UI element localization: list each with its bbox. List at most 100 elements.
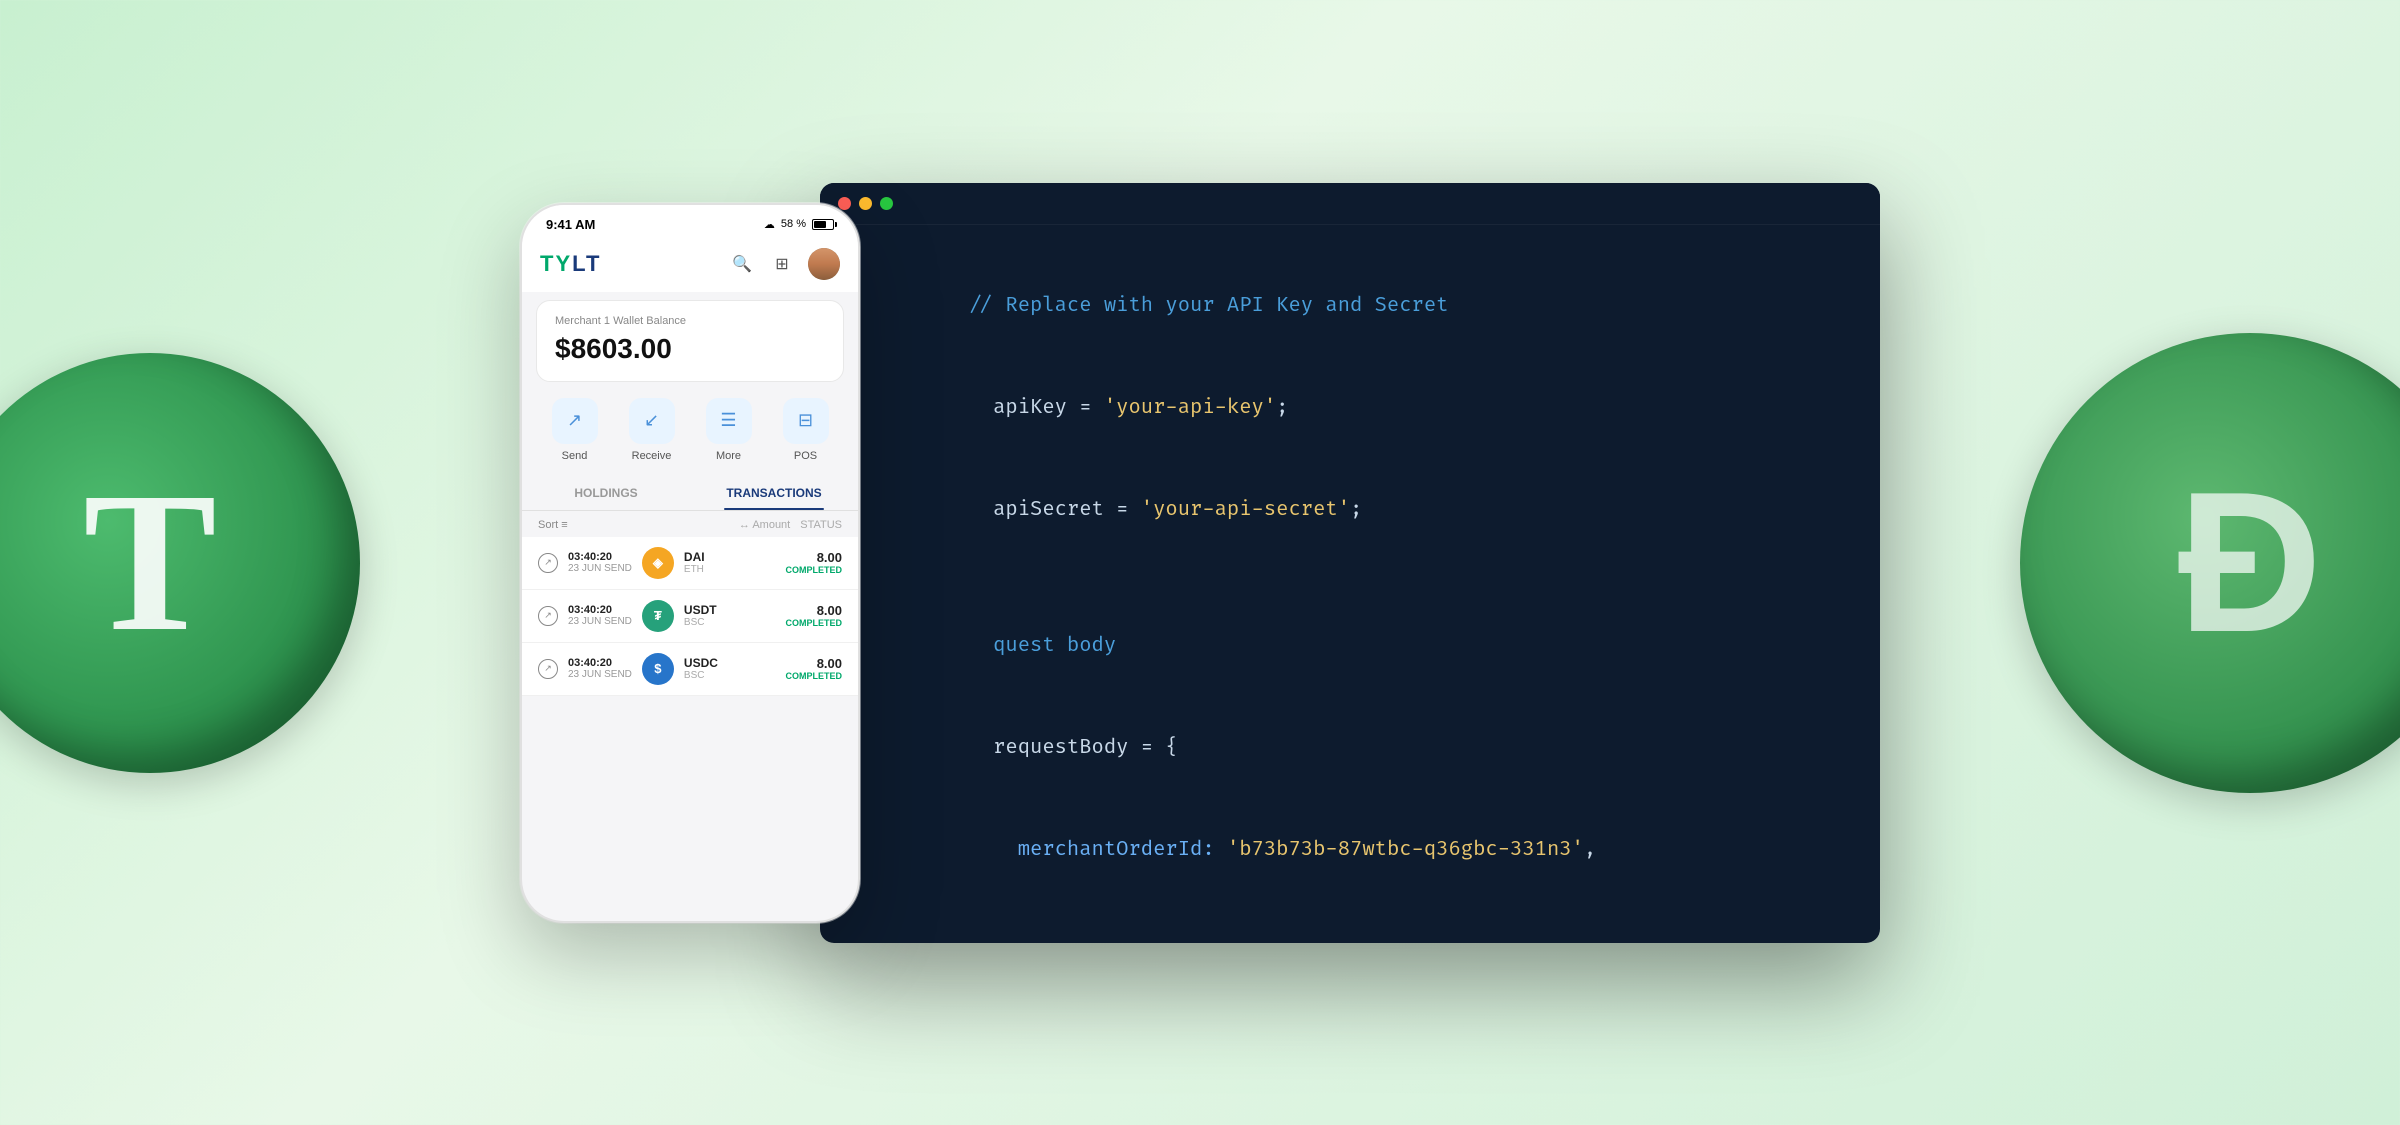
tx-coin-info-2: USDT BSC — [684, 603, 776, 628]
amount-column-header: ↔ Amount — [739, 519, 790, 531]
code-comment-2: quest body — [968, 634, 1116, 658]
code-line-6: merchantOrderId: 'b73b73b-87wtbc-q36gbc-… — [870, 799, 1830, 901]
phone-mockup: 9:41 AM ☁ 58 % TYLT 🔍 ⊞ — [520, 203, 860, 923]
tx-time-sub-1: 23 JUN SEND — [568, 563, 632, 574]
search-icon[interactable]: 🔍 — [728, 250, 756, 278]
tx-amount-1: 8.00 — [785, 550, 842, 565]
tx-status-3: COMPLETED — [785, 671, 842, 681]
logo-t: T — [540, 251, 555, 276]
pos-button[interactable]: ⊟ POS — [783, 398, 829, 462]
phone-frame: 9:41 AM ☁ 58 % TYLT 🔍 ⊞ — [520, 203, 860, 923]
code-var-apisecret: apiSecret = — [968, 498, 1140, 522]
code-key-base-amount: seAmount: — [968, 940, 1140, 941]
wallet-card: Merchant 1 Wallet Balance $8603.00 — [536, 300, 844, 382]
wallet-label: Merchant 1 Wallet Balance — [555, 315, 825, 327]
main-content: 9:41 AM ☁ 58 % TYLT 🔍 ⊞ — [520, 183, 1880, 943]
action-buttons: ↗ Send ↙ Receive ☰ More ⊟ POS — [522, 390, 858, 476]
code-plain-1: ; — [1276, 396, 1288, 420]
tx-coin-info-3: USDC BSC — [684, 656, 776, 681]
send-icon: ↗ — [552, 398, 598, 444]
qr-icon[interactable]: ⊞ — [768, 250, 796, 278]
more-label: More — [716, 450, 741, 462]
column-headers: ↔ Amount STATUS — [739, 519, 842, 531]
pos-label: POS — [794, 450, 817, 462]
send-button[interactable]: ↗ Send — [552, 398, 598, 462]
code-line-3: apiSecret = 'your-api-secret'; — [870, 459, 1830, 561]
minimize-button[interactable] — [859, 197, 872, 210]
code-key-merchant: merchantOrderId: — [968, 838, 1226, 862]
terminal-window: // Replace with your API Key and Secret … — [820, 183, 1880, 943]
table-row[interactable]: ↗ 03:40:20 23 JUN SEND ₮ USDT BSC 8.00 C… — [522, 590, 858, 643]
terminal-titlebar — [820, 183, 1880, 225]
code-line-blank-1 — [870, 561, 1830, 595]
tx-coin-name-3: USDC — [684, 656, 776, 670]
send-arrow-icon-2: ↗ — [538, 606, 558, 626]
tether-coin-left — [0, 353, 360, 773]
pos-icon: ⊟ — [783, 398, 829, 444]
code-area: // Replace with your API Key and Secret … — [820, 225, 1880, 941]
tab-transactions[interactable]: TRANSACTIONS — [690, 476, 858, 510]
code-line-7: seAmount: '1', — [870, 901, 1830, 941]
code-line-5: requestBody = { — [870, 697, 1830, 799]
code-var-apikey: apiKey = — [968, 396, 1103, 420]
send-arrow-icon-3: ↗ — [538, 659, 558, 679]
code-line-4: quest body — [870, 595, 1830, 697]
send-arrow-icon: ↗ — [538, 553, 558, 573]
tx-status-2: COMPLETED — [785, 618, 842, 628]
status-icons: ☁ 58 % — [764, 218, 834, 231]
more-button[interactable]: ☰ More — [706, 398, 752, 462]
tx-time-main-2: 03:40:20 — [568, 604, 632, 616]
code-string-base-amount: '1' — [1141, 940, 1178, 941]
avatar[interactable] — [808, 248, 840, 280]
transaction-list: ↗ 03:40:20 23 JUN SEND ◈ DAI ETH 8.00 CO… — [522, 537, 858, 696]
code-string-apisecret: 'your-api-secret' — [1141, 498, 1350, 522]
app-header: TYLT 🔍 ⊞ — [522, 238, 858, 292]
more-icon: ☰ — [706, 398, 752, 444]
status-column-header: STATUS — [800, 519, 842, 531]
receive-icon: ↙ — [629, 398, 675, 444]
transactions-header: Sort ≡ ↔ Amount STATUS — [522, 511, 858, 537]
maximize-button[interactable] — [880, 197, 893, 210]
code-string-apikey: 'your-api-key' — [1104, 396, 1276, 420]
tx-coin-name-2: USDT — [684, 603, 776, 617]
tx-coin-network-2: BSC — [684, 617, 776, 628]
code-line-2: apiKey = 'your-api-key'; — [870, 357, 1830, 459]
wallet-balance: $8603.00 — [555, 333, 825, 365]
logo-t2: T — [586, 251, 601, 276]
status-time: 9:41 AM — [546, 217, 595, 232]
avatar-face — [808, 248, 840, 280]
header-icons: 🔍 ⊞ — [728, 248, 840, 280]
tx-coin-info-1: DAI ETH — [684, 550, 776, 575]
tx-coin-network-1: ETH — [684, 564, 776, 575]
tx-time-main-3: 03:40:20 — [568, 657, 632, 669]
tx-time-2: 03:40:20 23 JUN SEND — [568, 604, 632, 627]
send-label: Send — [562, 450, 588, 462]
tx-time-3: 03:40:20 23 JUN SEND — [568, 657, 632, 680]
table-row[interactable]: ↗ 03:40:20 23 JUN SEND $ USDC BSC 8.00 C… — [522, 643, 858, 696]
table-row[interactable]: ↗ 03:40:20 23 JUN SEND ◈ DAI ETH 8.00 CO… — [522, 537, 858, 590]
dai-coin-right — [2020, 333, 2400, 793]
receive-label: Receive — [632, 450, 672, 462]
code-plain-3: , — [1584, 838, 1596, 862]
receive-button[interactable]: ↙ Receive — [629, 398, 675, 462]
sort-label[interactable]: Sort ≡ — [538, 519, 568, 531]
signal-icon: ☁ — [764, 218, 775, 231]
tx-time-1: 03:40:20 23 JUN SEND — [568, 551, 632, 574]
logo-y: Y — [555, 251, 572, 276]
code-line-1: // Replace with your API Key and Secret — [870, 255, 1830, 357]
code-comment-1: // Replace with your API Key and Secret — [968, 294, 1448, 318]
app-logo: TYLT — [540, 251, 601, 277]
tx-coin-network-3: BSC — [684, 670, 776, 681]
tab-holdings[interactable]: HOLDINGS — [522, 476, 690, 510]
dai-coin-icon: ◈ — [642, 547, 674, 579]
usdt-coin-icon: ₮ — [642, 600, 674, 632]
tx-time-sub-2: 23 JUN SEND — [568, 616, 632, 627]
code-var-body: requestBody = { — [968, 736, 1177, 760]
tx-coin-name-1: DAI — [684, 550, 776, 564]
logo-l: L — [572, 251, 586, 276]
tx-time-sub-3: 23 JUN SEND — [568, 669, 632, 680]
battery-icon — [812, 219, 834, 230]
code-plain-4: , — [1178, 940, 1190, 941]
code-string-merchant: 'b73b73b-87wtbc-q36gbc-331n3' — [1227, 838, 1584, 862]
tx-amount-status-3: 8.00 COMPLETED — [785, 656, 842, 681]
